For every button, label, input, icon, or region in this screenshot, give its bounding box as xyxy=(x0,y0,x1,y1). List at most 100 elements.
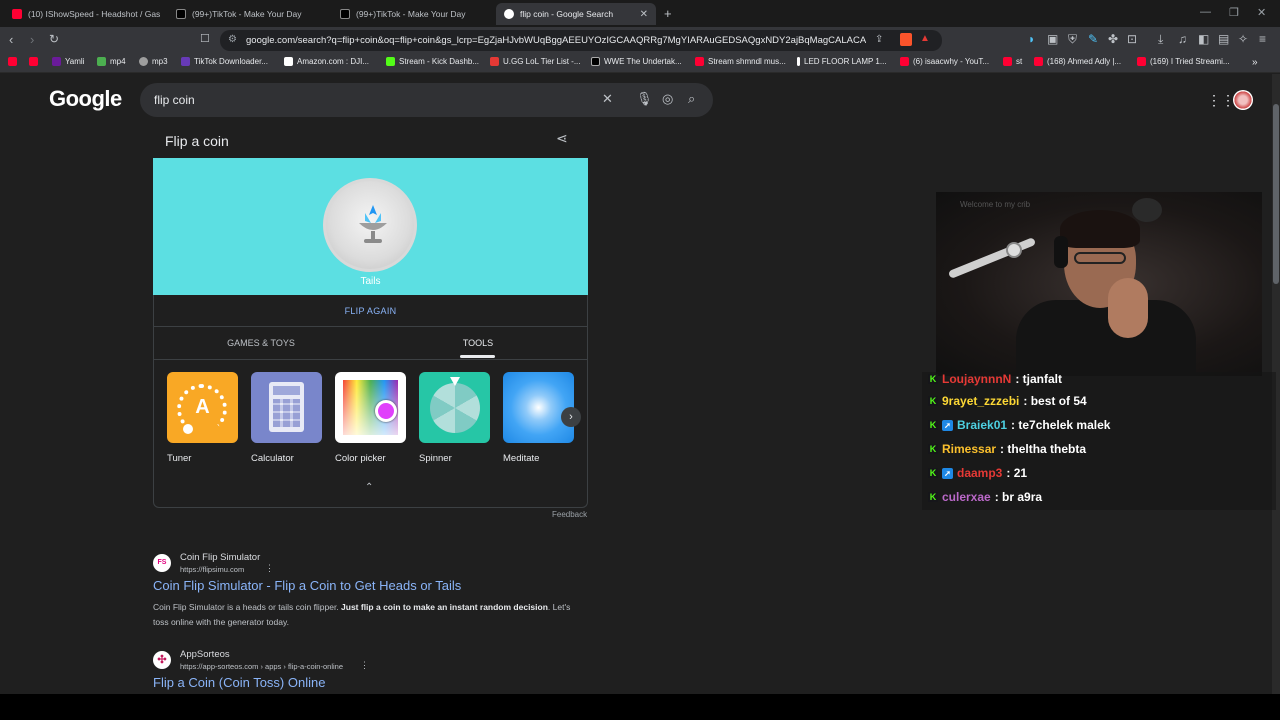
bookmark-item[interactable]: (168) Ahmed Adly |... xyxy=(1034,57,1121,66)
browser-tab[interactable]: (99+)TikTok - Make Your Day xyxy=(168,3,328,25)
tool-label: Color picker xyxy=(335,453,386,464)
bookmark-favicon-icon xyxy=(29,57,38,66)
extension-icon[interactable]: ▣ xyxy=(1047,32,1058,46)
new-tab-button[interactable]: + xyxy=(664,6,672,21)
bookmark-item[interactable]: (169) I Tried Streami... xyxy=(1137,57,1230,66)
site-info-icon[interactable]: ⚙ xyxy=(228,34,237,45)
search-icon[interactable]: ⌕ xyxy=(688,91,695,107)
bookmark-item[interactable]: U.GG LoL Tier List -... xyxy=(490,57,581,66)
stream-chat-overlay: K LoujaynnnN : tjanfalt K 9rayet_zzzebi … xyxy=(922,372,1276,510)
tool-color-picker[interactable]: Color picker xyxy=(335,372,407,464)
scrollbar-thumb[interactable] xyxy=(1273,104,1279,284)
shield-icon[interactable]: ⛨ xyxy=(1068,32,1077,47)
microphone xyxy=(1006,242,1022,258)
google-logo[interactable]: Google xyxy=(49,86,122,112)
wall-flag xyxy=(1132,198,1162,222)
bookmark-item[interactable]: Stream shmndl mus... xyxy=(695,57,786,66)
browser-tab-strip: (10) IShowSpeed - Headshot / Gas in (99+… xyxy=(0,0,1280,27)
bookmark-item[interactable] xyxy=(8,57,21,66)
collapse-chevron-up-icon[interactable]: ⌃ xyxy=(365,482,373,493)
back-icon[interactable]: ‹ xyxy=(9,32,13,47)
result-site-name[interactable]: Coin Flip Simulator xyxy=(180,552,260,563)
search-box[interactable]: flip coin ✕ 🎙 ◎ ⌕ xyxy=(140,83,713,117)
card-title: Flip a coin xyxy=(165,133,229,149)
bookmark-item[interactable]: LED FLOOR LAMP 1... xyxy=(797,57,887,66)
tiktok-icon xyxy=(176,9,186,19)
forward-icon[interactable]: › xyxy=(30,32,34,47)
chat-text: : tjanfalt xyxy=(1015,372,1062,386)
result-url[interactable]: https://app-sorteos.com › apps › flip-a-… xyxy=(180,662,343,671)
bookmark-favicon-icon xyxy=(490,57,499,66)
bookmark-item[interactable]: TikTok Downloader... xyxy=(181,57,268,66)
minimize-icon[interactable]: — xyxy=(1200,6,1211,18)
url-text[interactable]: google.com/search?q=flip+coin&oq=flip+co… xyxy=(246,35,866,46)
media-icon[interactable]: ♫ xyxy=(1178,32,1187,46)
close-tab-icon[interactable]: ✕ xyxy=(640,9,648,20)
wallet-icon[interactable]: ▤ xyxy=(1218,32,1229,46)
chat-message: K ➚ daamp3 : 21 xyxy=(928,464,1027,482)
tab-games-toys[interactable]: GAMES & TOYS xyxy=(191,327,331,359)
bookmark-item[interactable]: WWE The Undertak... xyxy=(591,57,682,66)
bookmark-item[interactable]: st xyxy=(1003,57,1022,66)
address-bar[interactable]: ⚙ google.com/search?q=flip+coin&oq=flip+… xyxy=(220,30,942,51)
bookmark-item[interactable]: (6) isaacwhy - YouT... xyxy=(900,57,989,66)
bookmark-icon[interactable]: ☐ xyxy=(200,32,210,45)
puzzle-icon[interactable]: ✤ xyxy=(1108,32,1118,46)
extension-icon[interactable]: ✎ xyxy=(1088,32,1098,46)
clear-search-icon[interactable]: ✕ xyxy=(602,91,613,107)
result-title-link[interactable]: Flip a Coin (Coin Toss) Online xyxy=(153,675,325,690)
result-url[interactable]: https://flipsimu.com xyxy=(180,565,244,574)
bookmark-item[interactable]: Yamli xyxy=(52,57,84,66)
bookmark-favicon-icon xyxy=(8,57,17,66)
feedback-link[interactable]: Feedback xyxy=(552,510,587,519)
reload-icon[interactable]: ↻ xyxy=(49,32,59,46)
more-options-icon[interactable]: ⋮ xyxy=(265,563,274,574)
kick-badge-icon: K xyxy=(928,468,938,478)
extension-icon[interactable]: ◗ xyxy=(1028,32,1035,46)
coin-result-label: Tails xyxy=(360,276,381,287)
brave-rewards-icon[interactable]: ▲ xyxy=(920,33,930,44)
browser-tab[interactable]: (10) IShowSpeed - Headshot / Gas in xyxy=(4,3,162,25)
tool-tuner[interactable]: A Tuner xyxy=(167,372,239,464)
leo-icon[interactable]: ✧ xyxy=(1238,32,1248,46)
chat-message: K LoujaynnnN : tjanfalt xyxy=(928,372,1062,388)
coin[interactable] xyxy=(323,178,417,272)
tool-calculator[interactable]: Calculator xyxy=(251,372,323,464)
download-icon[interactable]: ⤓ xyxy=(1158,32,1163,47)
flip-again-button[interactable]: FLIP AGAIN xyxy=(153,295,588,327)
coin-flip-card: Flip a coin ⋖ Tails FLIP AGAIN GAMES & T… xyxy=(153,124,588,508)
share-icon[interactable]: ⋖ xyxy=(556,130,568,147)
browser-toolbar: ‹ › ↻ ☐ ⚙ google.com/search?q=flip+coin&… xyxy=(0,27,1280,54)
menu-icon[interactable]: ≡ xyxy=(1259,32,1266,46)
result-site-name[interactable]: AppSorteos xyxy=(180,649,230,660)
coin-area[interactable]: Tails xyxy=(153,158,588,295)
share-page-icon[interactable]: ⇪ xyxy=(875,34,883,45)
browser-tab[interactable]: (99+)TikTok - Make Your Day xyxy=(332,3,492,25)
bookmark-item[interactable]: Amazon.com : DJI... xyxy=(284,57,369,66)
bookmark-item[interactable]: mp4 xyxy=(97,57,126,66)
more-bookmarks-icon[interactable]: » xyxy=(1252,57,1258,68)
bookmark-favicon-icon xyxy=(181,57,190,66)
avatar[interactable] xyxy=(1233,90,1253,110)
bookmark-item[interactable] xyxy=(29,57,42,66)
streamer-body xyxy=(1016,300,1196,376)
lens-icon[interactable]: ◎ xyxy=(662,91,673,107)
kick-badge-icon: K xyxy=(928,396,938,406)
close-window-icon[interactable]: ✕ xyxy=(1257,6,1266,19)
result-title-link[interactable]: Coin Flip Simulator - Flip a Coin to Get… xyxy=(153,578,461,593)
brave-shield-icon[interactable] xyxy=(900,33,912,46)
bookmark-item[interactable]: Stream - Kick Dashb... xyxy=(386,57,479,66)
tab-title: (99+)TikTok - Make Your Day xyxy=(192,9,302,19)
more-options-icon[interactable]: ⋮ xyxy=(360,660,369,671)
restore-icon[interactable]: ❐ xyxy=(1229,6,1239,19)
kick-icon xyxy=(386,57,395,66)
screenshot-icon[interactable]: ⊡ xyxy=(1127,32,1137,46)
sidebar-icon[interactable]: ◧ xyxy=(1198,32,1209,46)
browser-tab-active[interactable]: flip coin - Google Search ✕ xyxy=(496,3,656,25)
kick-badge-icon: K xyxy=(928,492,938,502)
carousel-next-button[interactable]: › xyxy=(561,407,581,427)
tool-spinner[interactable]: Spinner xyxy=(419,372,491,464)
bookmark-item[interactable]: mp3 xyxy=(139,57,168,66)
microphone-icon[interactable]: 🎙 xyxy=(636,91,653,107)
search-input[interactable]: flip coin xyxy=(154,93,195,107)
